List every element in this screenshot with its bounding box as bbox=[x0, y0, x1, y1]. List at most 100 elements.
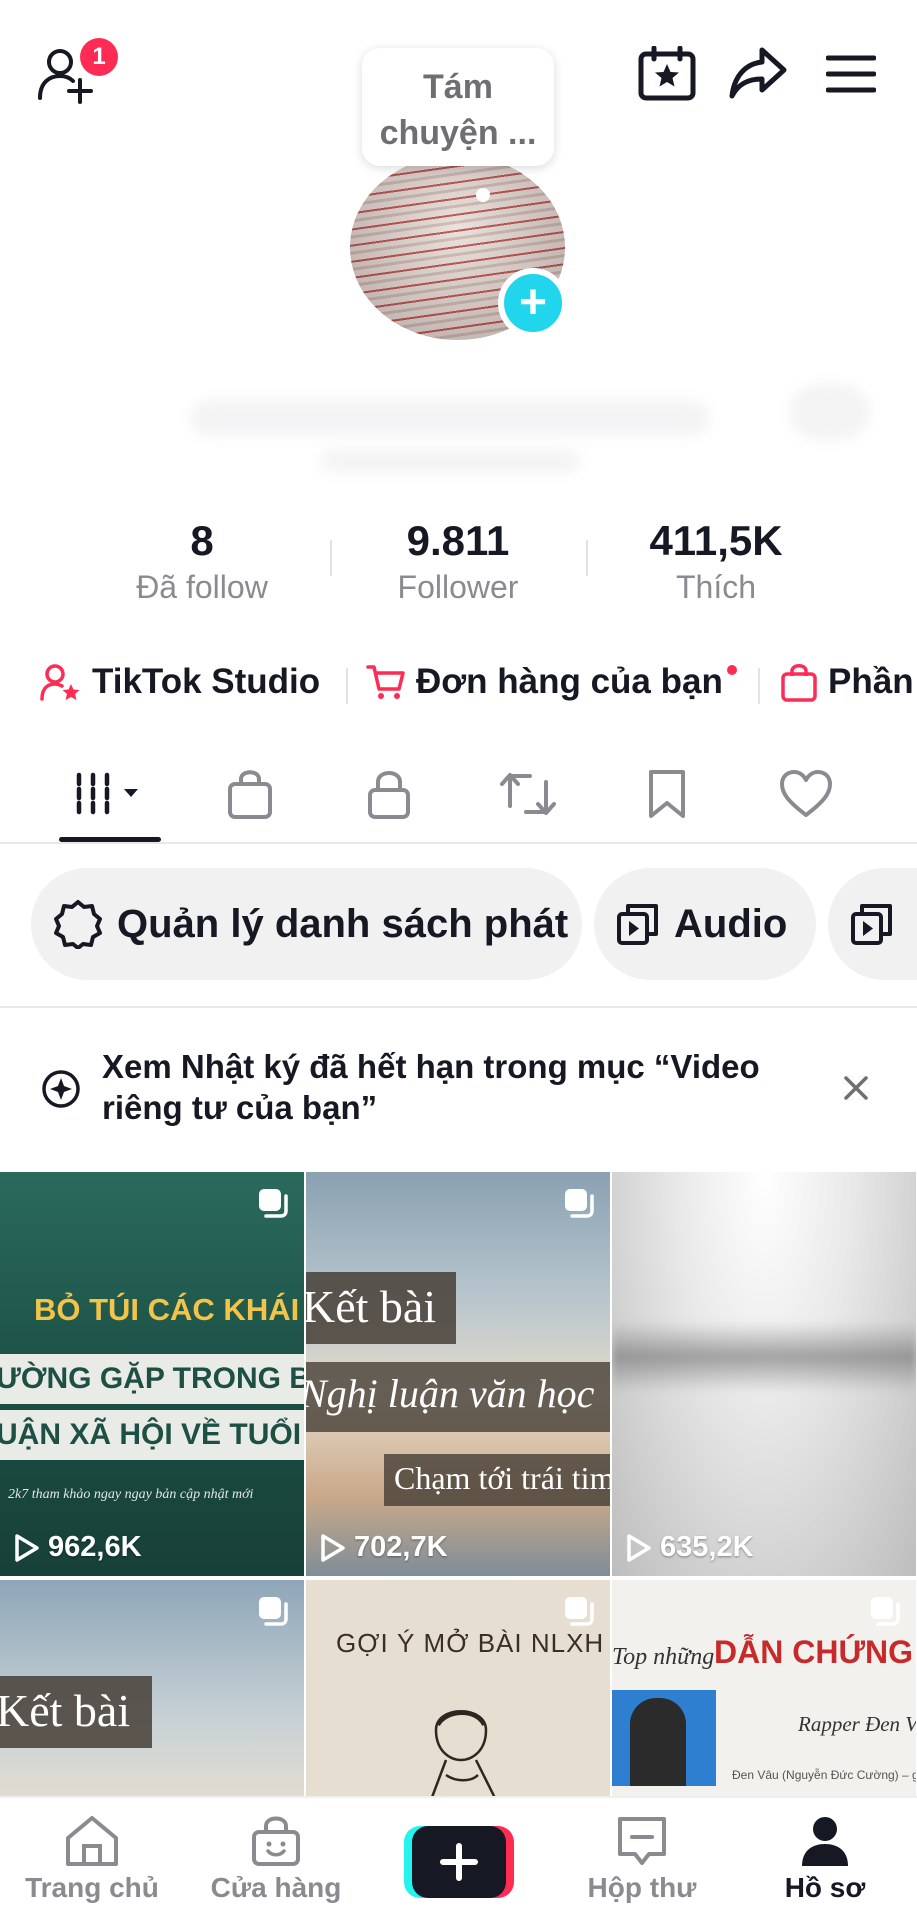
calendar-star-button[interactable] bbox=[638, 46, 696, 102]
followers-stat[interactable]: 9.811 Follower bbox=[333, 515, 583, 607]
play-icon bbox=[321, 1533, 345, 1562]
bookmark-icon bbox=[649, 770, 685, 818]
cart-icon bbox=[366, 665, 405, 699]
nav-home[interactable]: Trang chủ bbox=[2, 1814, 182, 1904]
stat-divider bbox=[586, 540, 588, 576]
nav-profile-label: Hồ sơ bbox=[784, 1872, 866, 1903]
video-overlay-text: ƯỜNG GẶP TRONG BÀI N bbox=[0, 1362, 304, 1395]
audio-label: Audio bbox=[674, 901, 788, 946]
stat-divider bbox=[330, 540, 332, 576]
sparkle-icon-wrap bbox=[40, 1068, 82, 1110]
nav-shop[interactable]: Cửa hàng bbox=[186, 1814, 366, 1904]
tiktok-studio-link[interactable]: TikTok Studio bbox=[40, 662, 320, 702]
view-count: 962,6K bbox=[14, 1531, 142, 1564]
view-count-value: 962,6K bbox=[48, 1531, 142, 1563]
likes-stat[interactable]: 411,5K Thích bbox=[591, 515, 841, 607]
shop-icon bbox=[252, 1816, 300, 1866]
video-overlay-text: Rapper Đen Vâu bbox=[798, 1712, 916, 1736]
shopping-bag-icon bbox=[228, 770, 272, 819]
likes-label: Thích bbox=[675, 569, 757, 605]
products-link[interactable]: Phần bbox=[780, 662, 914, 702]
link-divider bbox=[346, 668, 348, 704]
calendar-star-icon bbox=[638, 46, 696, 101]
tab-saved[interactable] bbox=[622, 762, 712, 826]
lock-icon bbox=[368, 771, 410, 819]
multi-photo-icon bbox=[868, 1594, 902, 1628]
bottom-navigation: Trang chủ Cửa hàng Hộp thư Hồ sơ bbox=[0, 1796, 917, 1920]
username-blurred bbox=[190, 400, 710, 436]
video-overlay-text: 2k7 tham khảo ngay ngay bản cập nhật mới bbox=[8, 1487, 254, 1502]
playlist-icon bbox=[851, 904, 892, 945]
following-label: Đã follow bbox=[136, 569, 268, 605]
playlist-icon bbox=[617, 904, 658, 945]
gear-icon bbox=[54, 900, 102, 949]
create-icon bbox=[404, 1826, 514, 1898]
multi-photo-icon bbox=[562, 1594, 596, 1628]
video-overlay-text: GỢI Ý MỞ BÀI NLXH bbox=[336, 1628, 605, 1658]
chips-divider bbox=[0, 1006, 917, 1008]
video-overlay-text: Top những bbox=[612, 1644, 715, 1670]
audio-chip[interactable]: Audio bbox=[594, 868, 816, 980]
products-label: Phần bbox=[828, 662, 914, 701]
orders-label: Đơn hàng của bạn bbox=[416, 662, 723, 701]
video-tile-3[interactable]: 635,2K bbox=[612, 1172, 916, 1576]
handle-blurred bbox=[320, 450, 580, 472]
video-overlay-text: Kết bài bbox=[306, 1281, 437, 1332]
followers-label: Follower bbox=[397, 569, 519, 605]
video-tile-1[interactable]: BỎ TÚI CÁC KHÁI NIỆM ƯỜNG GẶP TRONG BÀI … bbox=[0, 1172, 304, 1576]
menu-button[interactable] bbox=[826, 54, 876, 94]
video-blur-band bbox=[612, 1322, 916, 1392]
play-icon bbox=[15, 1533, 39, 1562]
home-icon bbox=[66, 1816, 118, 1866]
following-stat[interactable]: 8 Đã follow bbox=[77, 515, 327, 607]
nav-profile[interactable]: Hồ sơ bbox=[735, 1814, 915, 1904]
followers-count: 9.811 bbox=[406, 517, 510, 564]
share-button[interactable] bbox=[728, 46, 788, 102]
shopping-bag-icon bbox=[781, 664, 817, 702]
multi-photo-icon bbox=[256, 1594, 290, 1628]
profile-page: 1 Tám chuyện ... + 8 Đã follow 9.811 Fol bbox=[0, 0, 917, 1920]
notification-badge: 1 bbox=[80, 38, 118, 76]
nav-inbox[interactable]: Hộp thư bbox=[552, 1814, 732, 1904]
tab-shop[interactable] bbox=[205, 762, 295, 826]
note-line-2: chuyện ... bbox=[379, 114, 537, 152]
add-friend-button[interactable]: 1 bbox=[36, 38, 118, 104]
tab-videos[interactable] bbox=[64, 762, 154, 826]
tiktok-studio-label: TikTok Studio bbox=[92, 662, 321, 701]
manage-playlist-chip[interactable]: Quản lý danh sách phát bbox=[31, 868, 582, 980]
sparkle-icon bbox=[42, 1070, 80, 1108]
grid-icon bbox=[76, 772, 138, 816]
profile-note-bubble[interactable]: Tám chuyện ... bbox=[362, 48, 554, 166]
play-icon bbox=[627, 1533, 651, 1562]
video-overlay-text: DẪN CHỨNG "ẤN Đ bbox=[714, 1634, 916, 1670]
add-story-button[interactable]: + bbox=[498, 268, 568, 338]
tabs-divider bbox=[0, 842, 917, 844]
video-overlay-text: Đen Vâu (Nguyễn Đức Cường) – gươ bbox=[732, 1768, 916, 1782]
orders-link[interactable]: Đơn hàng của bạn bbox=[366, 662, 723, 702]
tab-private[interactable] bbox=[344, 762, 434, 826]
tab-liked[interactable] bbox=[761, 762, 851, 826]
view-count: 635,2K bbox=[626, 1531, 754, 1564]
note-line-1: Tám bbox=[423, 68, 493, 106]
tab-reposts[interactable] bbox=[483, 762, 573, 826]
profile-icon bbox=[802, 1817, 848, 1866]
create-button[interactable] bbox=[404, 1826, 514, 1898]
video-overlay-text: UẬN XÃ HỘI VỀ TUỔI TR bbox=[0, 1418, 304, 1451]
repost-icon bbox=[500, 773, 556, 815]
orders-notification-dot bbox=[727, 665, 737, 675]
link-divider bbox=[758, 668, 760, 704]
person-silhouette bbox=[630, 1698, 686, 1786]
video-overlay-text: Chạm tới trái tim bbox=[394, 1460, 610, 1496]
video-overlay-text: Kết bài bbox=[0, 1685, 131, 1736]
video-overlay-text: Nghị luận văn học bbox=[306, 1371, 595, 1416]
following-count: 8 bbox=[190, 517, 214, 564]
view-count: 702,7K bbox=[320, 1531, 448, 1564]
note-pointer bbox=[476, 188, 490, 202]
view-count-value: 635,2K bbox=[660, 1531, 754, 1563]
expired-diary-notice[interactable]: Xem Nhật ký đã hết hạn trong mục “Video … bbox=[102, 1046, 802, 1128]
close-notice-button[interactable] bbox=[842, 1074, 870, 1102]
playlist-chip[interactable] bbox=[828, 868, 917, 980]
video-tile-2[interactable]: Kết bài Nghị luận văn học Chạm tới trái … bbox=[306, 1172, 610, 1576]
nav-home-label: Trang chủ bbox=[25, 1872, 159, 1903]
view-count-value: 702,7K bbox=[354, 1531, 448, 1563]
